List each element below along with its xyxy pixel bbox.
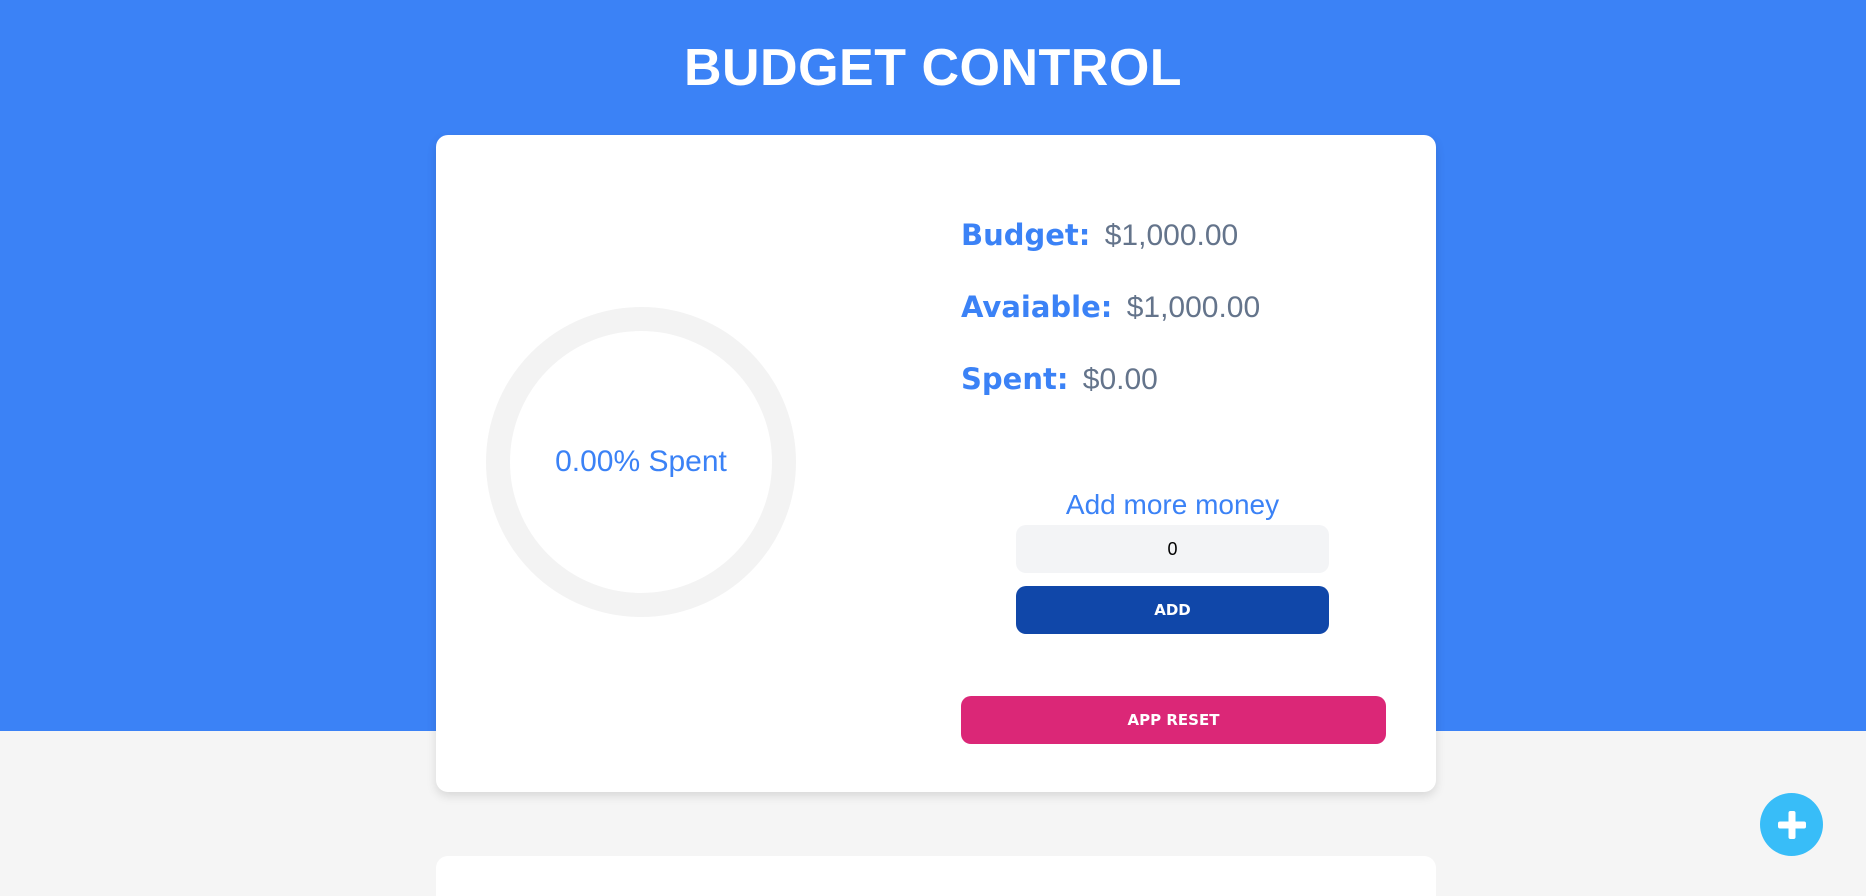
budget-label: Budget: xyxy=(961,218,1091,252)
available-value: $1,000.00 xyxy=(1126,291,1261,324)
available-row: Avaiable: $1,000.00 xyxy=(961,287,1401,359)
budget-stats: Budget: $1,000.00 Avaiable: $1,000.00 Sp… xyxy=(961,215,1401,431)
plus-icon xyxy=(1777,810,1806,839)
add-expense-button[interactable] xyxy=(1760,793,1823,856)
spent-label: Spent: xyxy=(961,362,1069,396)
expenses-card xyxy=(436,856,1436,896)
budget-row: Budget: $1,000.00 xyxy=(961,215,1401,287)
progress-ring: 0.00% Spent xyxy=(486,307,796,617)
spent-row: Spent: $0.00 xyxy=(961,359,1401,431)
spent-value: $0.00 xyxy=(1082,363,1158,396)
page-title: BUDGET CONTROL xyxy=(683,39,1183,97)
app-reset-button[interactable]: APP RESET xyxy=(961,696,1386,744)
add-money-label: Add more money xyxy=(1065,489,1280,520)
progress-label: 0.00% Spent xyxy=(555,445,727,478)
budget-card: 0.00% Spent Budget: $1,000.00 Avaiable: … xyxy=(436,135,1436,792)
add-button[interactable]: ADD xyxy=(1016,586,1329,634)
budget-value: $1,000.00 xyxy=(1104,219,1239,252)
add-money-input[interactable] xyxy=(1016,525,1329,573)
available-label: Avaiable: xyxy=(961,290,1113,324)
